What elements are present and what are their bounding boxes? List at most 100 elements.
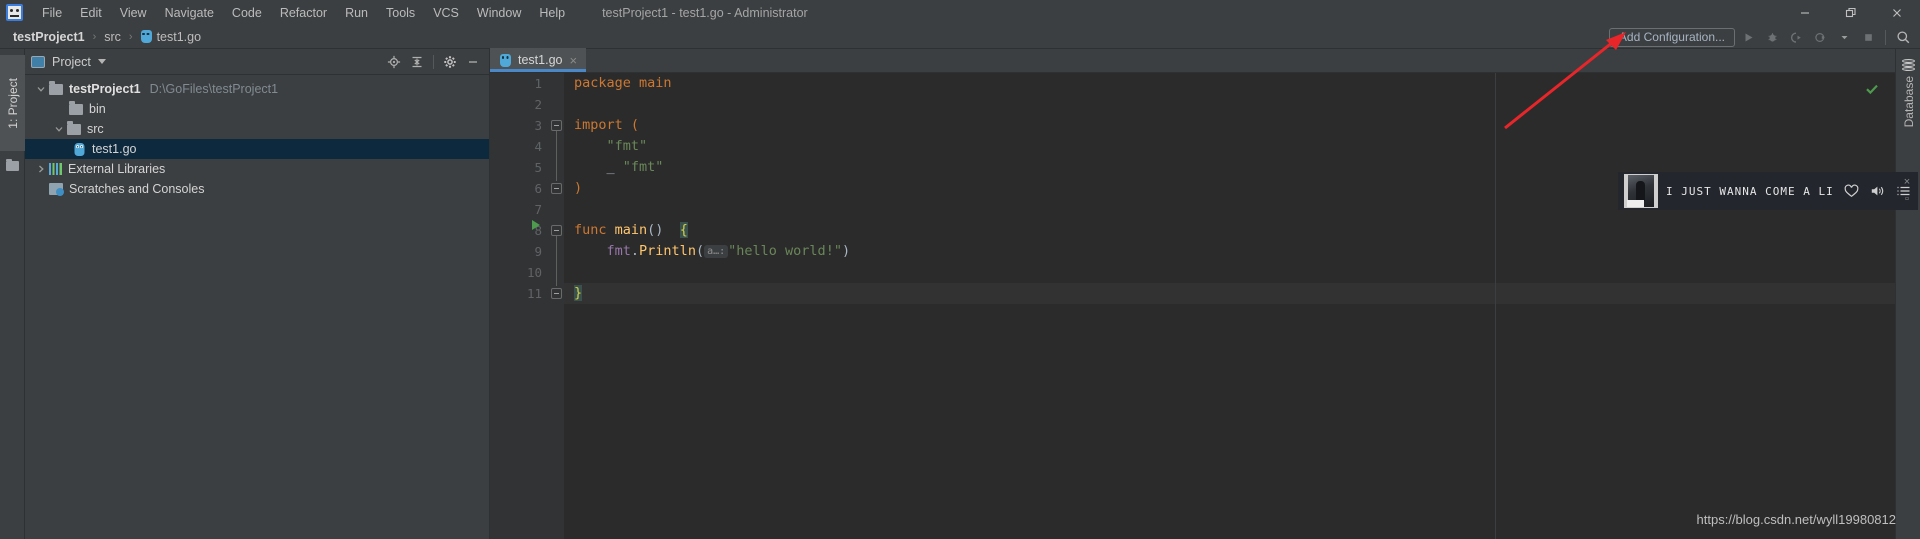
editor-tab-test1-go[interactable]: test1.go ×: [490, 48, 586, 72]
sidebar-tab-project[interactable]: 1: Project: [0, 55, 25, 151]
collapse-all-button[interactable]: [407, 52, 427, 72]
breadcrumb-separator: ›: [91, 31, 99, 43]
navigation-bar: testProject1 › src › test1.go Add Config…: [0, 25, 1920, 49]
tree-row-test1-go[interactable]: test1.go: [25, 139, 489, 159]
code-token-println: Println: [639, 243, 696, 259]
folder-icon: [69, 104, 83, 115]
close-widget-button[interactable]: ×: [1904, 177, 1910, 188]
project-panel-title: Project: [52, 55, 91, 69]
editor-tab-bar: test1.go ×: [490, 49, 1895, 73]
profile-button[interactable]: [1809, 26, 1831, 48]
left-tool-strip: 1: Project: [0, 49, 25, 539]
tree-row-project-root[interactable]: testProject1 D:\GoFiles\testProject1: [25, 79, 489, 99]
menu-item-file[interactable]: File: [33, 3, 71, 23]
tree-row-bin[interactable]: bin: [25, 99, 489, 119]
restore-window-button[interactable]: [1828, 0, 1874, 25]
parameter-hint-chip: a…:: [704, 245, 728, 258]
title-bar: File Edit View Navigate Code Refactor Ru…: [0, 0, 1920, 25]
line-number: 11: [490, 283, 550, 304]
code-token-close-brace: }: [574, 285, 582, 301]
search-everywhere-button[interactable]: [1892, 26, 1914, 48]
line-number: 1: [490, 73, 550, 94]
run-toolbar: Add Configuration...: [1609, 25, 1914, 49]
breadcrumb-label: test1.go: [157, 30, 201, 44]
breadcrumb-item-project[interactable]: testProject1: [9, 29, 89, 45]
line-number: 4: [490, 136, 550, 157]
code-token-open-paren: (: [696, 243, 704, 259]
code-line-11: }: [564, 283, 1895, 304]
menu-item-refactor[interactable]: Refactor: [271, 3, 336, 23]
tree-item-label: src: [87, 122, 104, 136]
menu-item-vcs[interactable]: VCS: [424, 3, 468, 23]
line-number: 10: [490, 262, 550, 283]
menu-item-view[interactable]: View: [111, 3, 156, 23]
run-line-marker[interactable]: [532, 220, 540, 230]
profile-dropdown-button[interactable]: [1833, 26, 1855, 48]
stop-button[interactable]: [1857, 26, 1879, 48]
menu-item-tools[interactable]: Tools: [377, 3, 424, 23]
chevron-down-icon[interactable]: [35, 83, 47, 95]
minimize-widget-button[interactable]: ▫: [1905, 194, 1909, 205]
fold-marker-import[interactable]: [551, 120, 562, 131]
menu-item-edit[interactable]: Edit: [71, 3, 111, 23]
line-number: 7: [490, 199, 550, 220]
library-icon: [49, 163, 62, 175]
add-configuration-button[interactable]: Add Configuration...: [1609, 28, 1735, 47]
tree-row-src[interactable]: src: [25, 119, 489, 139]
music-player-widget[interactable]: I JUST WANNA COME A LIT × ▫: [1618, 172, 1918, 210]
code-token-fmt: fmt: [607, 243, 631, 259]
close-tab-button[interactable]: ×: [569, 54, 577, 67]
menu-item-help[interactable]: Help: [530, 3, 574, 23]
menu-item-window[interactable]: Window: [468, 3, 530, 23]
run-with-coverage-button[interactable]: [1785, 26, 1807, 48]
tree-arrow-spacer: [55, 103, 67, 115]
code-token-main: main: [615, 222, 648, 238]
line-number: 5: [490, 157, 550, 178]
code-token-string: "fmt": [623, 159, 664, 175]
code-line-4: "fmt": [564, 136, 1895, 157]
fold-bar-func: [556, 236, 557, 286]
hide-panel-button[interactable]: [463, 52, 483, 72]
folder-icon: [49, 84, 63, 95]
tree-item-label: Scratches and Consoles: [69, 182, 205, 196]
fold-bar-import: [556, 131, 557, 181]
chevron-down-icon[interactable]: [53, 123, 65, 135]
code-line-3: import (: [564, 115, 1895, 136]
code-token-blank-ident: _: [607, 159, 615, 175]
breadcrumb-item-file[interactable]: test1.go: [137, 29, 205, 45]
code-editor[interactable]: 1 2 3 4 5 6 7 8 9 10 11 pa: [490, 73, 1895, 539]
editor-area: test1.go × 1 2 3 4 5 6 7 8 9 10 11: [490, 49, 1895, 539]
window-title: testProject1 - test1.go - Administrator: [602, 6, 808, 20]
fold-marker-import-end[interactable]: [551, 183, 562, 194]
main-menu-bar: File Edit View Navigate Code Refactor Ru…: [33, 3, 574, 23]
heart-icon[interactable]: [1842, 182, 1860, 200]
breadcrumb-separator: ›: [127, 31, 135, 43]
sidebar-tab-database[interactable]: Database: [1896, 55, 1920, 163]
breadcrumb-item-src[interactable]: src: [100, 29, 125, 45]
sidebar-tab-project-label: 1: Project: [6, 78, 20, 129]
green-check-icon[interactable]: [1865, 82, 1879, 101]
chevron-right-icon[interactable]: [35, 163, 47, 175]
chevron-down-icon[interactable]: [98, 59, 106, 64]
tree-row-external-libraries[interactable]: External Libraries: [25, 159, 489, 179]
breadcrumb: testProject1 › src › test1.go: [0, 29, 205, 45]
speaker-icon[interactable]: [1868, 182, 1886, 200]
select-opened-file-button[interactable]: [384, 52, 404, 72]
menu-item-run[interactable]: Run: [336, 3, 377, 23]
close-window-button[interactable]: [1874, 0, 1920, 25]
code-token-import: import (: [574, 117, 639, 133]
goland-ide-window: File Edit View Navigate Code Refactor Ru…: [0, 0, 1920, 539]
project-tree: testProject1 D:\GoFiles\testProject1 bin…: [25, 75, 489, 199]
menu-item-navigate[interactable]: Navigate: [156, 3, 223, 23]
fold-marker-func[interactable]: [551, 225, 562, 236]
code-token-string: "fmt": [607, 138, 648, 154]
panel-divider: [433, 55, 434, 69]
debug-button[interactable]: [1761, 26, 1783, 48]
minimize-window-button[interactable]: [1782, 0, 1828, 25]
fold-marker-func-end[interactable]: [551, 288, 562, 299]
gear-icon[interactable]: [440, 52, 460, 72]
menu-item-code[interactable]: Code: [223, 3, 271, 23]
tree-row-scratches-and-consoles[interactable]: Scratches and Consoles: [25, 179, 489, 199]
code-token-close-paren: ): [842, 243, 850, 259]
run-button[interactable]: [1737, 26, 1759, 48]
